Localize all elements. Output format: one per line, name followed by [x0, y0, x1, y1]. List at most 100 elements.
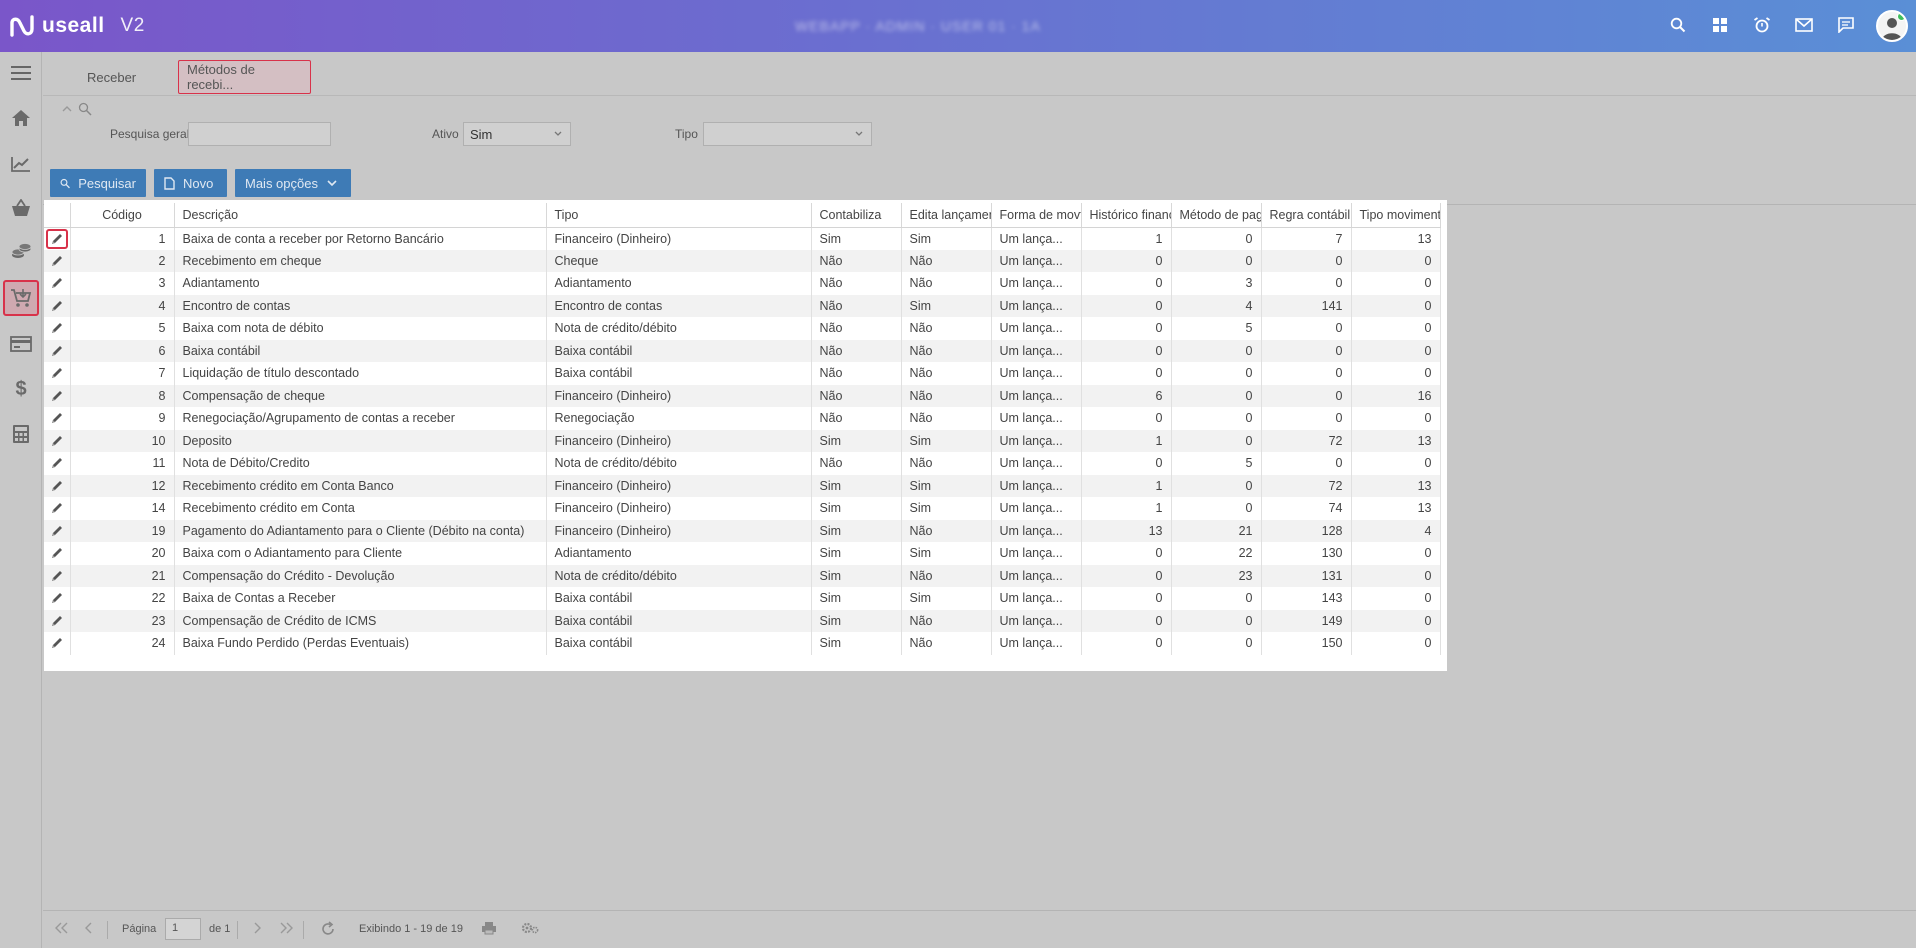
column-header-contabiliza[interactable]: Contabiliza: [811, 203, 902, 228]
cell-codigo: 24: [70, 632, 175, 655]
column-header-historico-financeiro[interactable]: Histórico financ: [1081, 203, 1172, 228]
cell-tipo-movimento: 0: [1351, 609, 1441, 632]
table-row[interactable]: 2 Recebimento em cheque Cheque Não Não Um lan…: [44, 249, 1441, 272]
column-header-descricao[interactable]: Descrição: [174, 203, 547, 228]
cell-codigo: 10: [70, 429, 175, 452]
settings-icon[interactable]: [521, 921, 539, 935]
table-row[interactable]: 8 Compensação de cheque Financeiro (Dinhei…: [44, 384, 1441, 407]
table-row[interactable]: 12 Recebimento crédito em Conta Banco Fina…: [44, 474, 1441, 497]
table-row[interactable]: 7 Liquidação de título descontado Baixa co…: [44, 362, 1441, 385]
search-icon[interactable]: [1668, 14, 1688, 36]
column-header-edita-lancamento[interactable]: Edita lançament: [901, 203, 992, 228]
search-button[interactable]: Pesquisar: [50, 169, 146, 197]
pencil-icon[interactable]: [46, 363, 68, 383]
column-header-regra-contabil[interactable]: Regra contábil: [1261, 203, 1352, 228]
chart-line-icon[interactable]: [3, 146, 39, 182]
pencil-icon[interactable]: [46, 273, 68, 293]
pencil-icon[interactable]: [46, 453, 68, 473]
table-row[interactable]: 11 Nota de Débito/Credito Nota de crédito/…: [44, 452, 1441, 475]
pencil-icon[interactable]: [46, 251, 68, 271]
column-header-tipo[interactable]: Tipo: [546, 203, 812, 228]
chat-icon[interactable]: [1836, 14, 1856, 36]
refresh-icon[interactable]: [320, 921, 336, 937]
cell-regra-contabil: 0: [1261, 362, 1352, 385]
table-row[interactable]: 24 Baixa Fundo Perdido (Perdas Eventuais)…: [44, 632, 1441, 655]
filter-toggle[interactable]: [62, 102, 92, 116]
pencil-icon[interactable]: [46, 476, 68, 496]
pencil-icon[interactable]: [46, 498, 68, 518]
table-row[interactable]: 5 Baixa com nota de débito Nota de crédito…: [44, 317, 1441, 340]
cell-metodo-pagamento: 0: [1171, 362, 1262, 385]
calculator-icon[interactable]: [3, 416, 39, 452]
tab-receber[interactable]: Receber: [79, 60, 144, 94]
cell-tipo: Nota de crédito/débito: [546, 317, 812, 340]
table-row[interactable]: 22 Baixa de Contas a Receber Baixa contábi…: [44, 587, 1441, 610]
cell-edita-lancamento: Sim: [901, 474, 992, 497]
pencil-icon[interactable]: [46, 588, 68, 608]
active-filter-select[interactable]: Sim: [463, 122, 571, 146]
pencil-icon[interactable]: [46, 633, 68, 653]
cell-forma-movto: Um lança...: [991, 632, 1082, 655]
table-row[interactable]: 23 Compensação de Crédito de ICMS Baixa co…: [44, 609, 1441, 632]
cell-tipo-movimento: 13: [1351, 474, 1441, 497]
column-header-tipo-movimento[interactable]: Tipo movimento: [1351, 203, 1441, 228]
more-options-button[interactable]: Mais opções: [235, 169, 351, 197]
pencil-icon[interactable]: [46, 318, 68, 338]
pencil-icon[interactable]: [46, 296, 68, 316]
cell-descricao: Recebimento crédito em Conta Banco: [174, 474, 547, 497]
prev-page-icon[interactable]: [83, 921, 93, 935]
chevron-up-icon[interactable]: [62, 105, 72, 113]
table-row[interactable]: 9 Renegociação/Agrupamento de contas a re…: [44, 407, 1441, 430]
pencil-icon[interactable]: [46, 431, 68, 451]
pencil-icon[interactable]: [46, 566, 68, 586]
cart-icon[interactable]: [3, 280, 39, 316]
print-icon[interactable]: [481, 921, 497, 935]
table-row[interactable]: 3 Adiantamento Adiantamento Não Não Um lança.…: [44, 272, 1441, 295]
column-header-metodo-pagamento[interactable]: Método de pag: [1171, 203, 1262, 228]
pencil-icon[interactable]: [46, 408, 68, 428]
cell-codigo: 14: [70, 497, 175, 520]
table-row[interactable]: 21 Compensação do Crédito - Devolução Nota…: [44, 564, 1441, 587]
table-row[interactable]: 6 Baixa contábil Baixa contábil Não Não Um la…: [44, 339, 1441, 362]
mail-icon[interactable]: [1794, 14, 1814, 36]
grid-icon[interactable]: [1710, 14, 1730, 36]
coins-icon[interactable]: [3, 234, 39, 270]
general-search-input[interactable]: [188, 122, 331, 146]
pencil-icon[interactable]: [46, 611, 68, 631]
last-page-icon[interactable]: [279, 921, 295, 935]
table-row[interactable]: 1 Baixa de conta a receber por Retorno Ba…: [44, 227, 1441, 250]
search-button-label: Pesquisar: [78, 175, 136, 191]
pencil-icon[interactable]: [46, 341, 68, 361]
cell-tipo: Financeiro (Dinheiro): [546, 227, 812, 250]
page-number-input[interactable]: 1: [165, 918, 201, 940]
column-header-codigo[interactable]: Código: [70, 203, 175, 228]
type-filter-select[interactable]: [703, 122, 872, 146]
alarm-icon[interactable]: [1752, 14, 1772, 36]
table-row[interactable]: 14 Recebimento crédito em Conta Financeiro…: [44, 497, 1441, 520]
pencil-icon[interactable]: [46, 521, 68, 541]
pencil-icon[interactable]: [46, 386, 68, 406]
column-header-forma-movto[interactable]: Forma de movt: [991, 203, 1082, 228]
edit-cell: [44, 474, 71, 497]
table-row[interactable]: 4 Encontro de contas Encontro de contas Não…: [44, 294, 1441, 317]
app-logo[interactable]: useall V2: [10, 12, 145, 40]
cell-tipo: Adiantamento: [546, 542, 812, 565]
dollar-icon[interactable]: $: [3, 370, 39, 406]
table-row[interactable]: 20 Baixa com o Adiantamento para Cliente A…: [44, 542, 1441, 565]
basket-icon[interactable]: [3, 190, 39, 226]
cell-codigo: 9: [70, 407, 175, 430]
pencil-icon[interactable]: [46, 543, 68, 563]
home-icon[interactable]: [3, 100, 39, 136]
new-button[interactable]: Novo: [154, 169, 227, 197]
cell-descricao: Baixa com nota de débito: [174, 317, 547, 340]
table-row[interactable]: 19 Pagamento do Adiantamento para o Clien…: [44, 519, 1441, 542]
next-page-icon[interactable]: [253, 921, 263, 935]
cell-forma-movto: Um lança...: [991, 317, 1082, 340]
tab-metodos-recebimento[interactable]: Métodos de recebi...: [178, 60, 311, 94]
user-avatar[interactable]: [1876, 10, 1908, 42]
first-page-icon[interactable]: [53, 921, 69, 935]
menu-icon[interactable]: [3, 55, 39, 91]
table-row[interactable]: 10 Deposito Financeiro (Dinheiro) Sim Sim Um …: [44, 429, 1441, 452]
pencil-icon[interactable]: [45, 228, 68, 249]
card-icon[interactable]: [3, 326, 39, 362]
